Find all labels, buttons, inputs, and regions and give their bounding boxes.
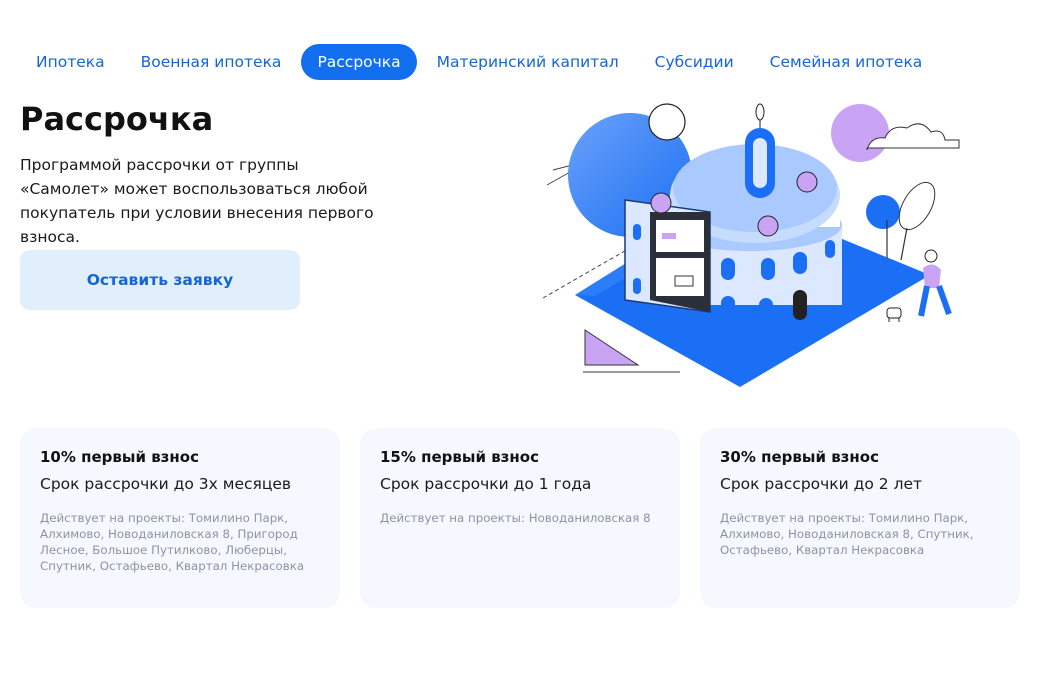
card-term: Срок рассрочки до 1 года — [380, 475, 592, 493]
submit-application-button[interactable]: Оставить заявку — [20, 250, 300, 310]
building-cake-illustration — [542, 103, 960, 387]
installment-card-15: 15% первый взнос Срок рассрочки до 1 год… — [360, 428, 680, 608]
page-title: Рассрочка — [20, 100, 214, 138]
tab-mortgage[interactable]: Ипотека — [20, 44, 121, 80]
card-term: Срок рассрочки до 2 лет — [720, 475, 923, 493]
program-tabs: Ипотека Военная ипотека Рассрочка Матери… — [20, 44, 942, 80]
installment-options: 10% первый взнос Срок рассрочки до 3х ме… — [20, 428, 1040, 608]
card-title: 10% первый взнос — [40, 448, 199, 466]
installment-card-10: 10% первый взнос Срок рассрочки до 3х ме… — [20, 428, 340, 608]
card-title: 30% первый взнос — [720, 448, 879, 466]
card-title: 15% первый взнос — [380, 448, 539, 466]
tab-installment[interactable]: Рассрочка — [301, 44, 417, 80]
tab-maternity-capital[interactable]: Материнский капитал — [421, 44, 635, 80]
card-projects: Действует на проекты: Томилино Парк, Алх… — [720, 511, 974, 557]
tab-subsidies[interactable]: Субсидии — [639, 44, 750, 80]
card-projects: Действует на проекты: Томилино Парк, Алх… — [40, 511, 305, 573]
hero-description: Программой рассрочки от группы «Самолет»… — [20, 156, 374, 246]
card-projects: Действует на проекты: Новоданиловская 8 — [380, 511, 651, 525]
installment-card-30: 30% первый взнос Срок рассрочки до 2 лет… — [700, 428, 1020, 608]
card-term: Срок рассрочки до 3х месяцев — [40, 475, 292, 493]
tab-family-mortgage[interactable]: Семейная ипотека — [754, 44, 939, 80]
tab-military-mortgage[interactable]: Военная ипотека — [125, 44, 298, 80]
